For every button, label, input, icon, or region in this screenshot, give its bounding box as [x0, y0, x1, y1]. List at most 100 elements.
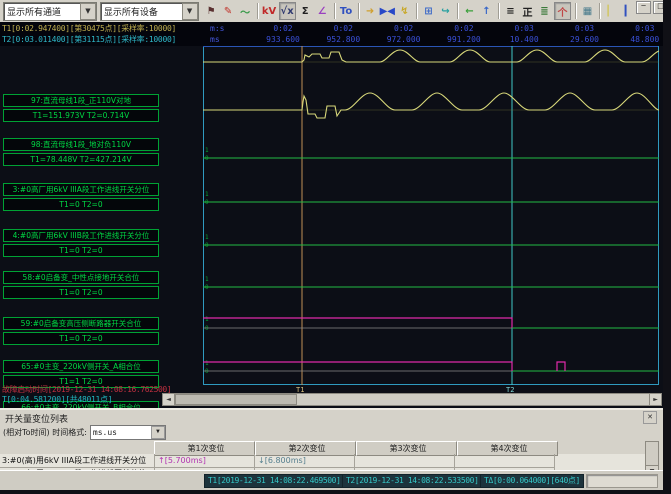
time-tick: 0:0329.600 — [561, 23, 609, 45]
chevron-down-icon[interactable]: ▼ — [182, 3, 198, 20]
svg-text:0: 0 — [205, 325, 209, 332]
change-4-cell — [455, 454, 555, 468]
channel-cursor-values: T1=0 T2=0 — [3, 332, 159, 345]
trace-ch97 — [203, 50, 659, 62]
channel-filter-select[interactable]: 显示所有通道 ▼ — [3, 2, 97, 21]
channel-name: 4:#0高厂用6kV IIIB段工作进线开关分位 — [3, 229, 159, 242]
switch-change-panel: 开关量变位列表 ✕ (相对To时间) 时间格式: ms.us ▼ 第1次变位第2… — [0, 408, 671, 472]
angle-icon[interactable]: ∠ — [315, 3, 330, 19]
toolbar-separator — [498, 3, 499, 19]
time-tick: 0:02972.000 — [380, 23, 428, 45]
cursor2-readout: T2[0:03.011400][第31115点][采样率:10000] — [2, 34, 176, 45]
channel-name: 65:#0主变_220kV侧开关_A相合位 — [3, 360, 159, 373]
axis-unit-bottom: ms — [210, 34, 224, 45]
channel-item[interactable]: 98:直流母线1段_地对负110V T1=78.448V T2=427.214V — [3, 138, 159, 166]
svg-text:1: 1 — [205, 234, 209, 241]
axis-unit-top: m:s — [210, 23, 224, 34]
status-t1-time: T1[2019-12-31 14:08:22.469500] — [204, 474, 345, 488]
axis-units: m:s ms — [210, 23, 224, 45]
time-tick: 0:02991.200 — [440, 23, 488, 45]
scrollbar-thumb[interactable] — [175, 394, 297, 405]
up-arrow-icon[interactable]: ↑ — [479, 3, 494, 19]
chevron-down-icon[interactable]: ▼ — [80, 3, 96, 20]
channel-item[interactable]: 4:#0高厂用6kV IIIB段工作进线开关分位 T1=0 T2=0 — [3, 229, 159, 257]
waveform-workspace: 97:直流母线1段_正110V对地 T1=151.973V T2=0.714V 98… — [0, 46, 671, 408]
split-person-icon[interactable]: 个 — [554, 2, 571, 20]
channel-item[interactable]: 97:直流母线1段_正110V对地 T1=151.973V T2=0.714V — [3, 94, 159, 122]
toolbar-separator — [358, 3, 359, 19]
channel-item[interactable]: 58:#0启备变_中性点接地开关合位 T1=0 T2=0 — [3, 271, 159, 299]
trace-ch66-pulse — [557, 362, 565, 371]
channel-cursor-values: T1=151.973V T2=0.714V — [3, 109, 159, 122]
channel-cursor-values: T1=78.448V T2=427.214V — [3, 153, 159, 166]
channel-name: 3:#0高厂用6kV IIIA段工作进线开关分位 — [3, 183, 159, 196]
status-t2-time: T2[2019-12-31 14:08:22.533500] — [342, 474, 483, 488]
channel-item[interactable]: 3:#0高厂用6kV IIIA段工作进线开关分位T1=0 T2=0 — [3, 183, 159, 211]
trace-ch65 — [203, 318, 512, 328]
cursor1-readout: T1[0:02.947400][第30475点][采样率:10000] — [2, 23, 176, 34]
svg-text:1: 1 — [205, 276, 209, 283]
table-header-row: 第1次变位第2次变位第3次变位第4次变位 — [0, 441, 646, 454]
jump-next-icon[interactable]: ➜ — [363, 3, 378, 19]
svg-text:0: 0 — [205, 368, 209, 375]
back-arrow-icon[interactable]: ← — [462, 3, 477, 19]
close-icon[interactable]: ✕ — [643, 411, 657, 424]
waveform-plot[interactable]: 1 0 1 0 1 0 1 0 1 0 1 0 — [203, 46, 659, 385]
toolbar-separator — [599, 3, 600, 19]
toolbar-separator — [257, 3, 258, 19]
waveform-icon[interactable]: 〜 — [238, 3, 253, 19]
change-1-cell: ↑[5.700ms] — [155, 454, 255, 468]
zheng-count-icon[interactable]: 正 — [520, 3, 535, 19]
kilovolt-icon[interactable]: kV — [262, 3, 277, 19]
table-row[interactable]: 3:#0(高)用6kV IIIA段工作进线开关分位↑[5.700ms]↓[6.8… — [0, 454, 646, 467]
time-format-label: (相对To时间) 时间格式: — [3, 427, 87, 438]
time-zero-icon[interactable]: To — [339, 3, 354, 19]
channel-name: 97:直流母线1段_正110V对地 — [3, 94, 159, 107]
status-bar: T1[2019-12-31 14:08:22.469500] T2[2019-1… — [0, 470, 671, 491]
status-tdelta: TΔ[0:00.064000][640点] — [480, 474, 584, 488]
compress-icon[interactable]: ▶◀ — [380, 3, 395, 19]
time-tick: 0:02952.800 — [319, 23, 367, 45]
sqrt-rms-icon[interactable]: √x — [279, 2, 296, 20]
sigma-sum-icon[interactable]: Σ — [298, 3, 313, 19]
channel-name: 59:#0启备变高压侧断路器开关合位 — [3, 317, 159, 330]
fault-recorder-app: 显示所有通道 ▼ 显示所有设备 ▼ ⚑✎〜 kV√xΣ∠ To ➜▶◀↯ ⊞↪ ←↑ ≡正≣… — [0, 0, 671, 494]
time-tick: 0:0310.400 — [500, 23, 548, 45]
time-format-select[interactable]: ms.us ▼ — [90, 425, 166, 440]
swap-view-icon[interactable]: ↪ — [438, 3, 453, 19]
trace-ch66 — [203, 362, 512, 371]
blue-bar-icon[interactable]: ▎ — [621, 3, 636, 19]
toolbar-separator — [416, 3, 417, 19]
change-2-cell: ↓[6.800ms] — [255, 454, 355, 468]
time-tick: 0:0348.800 — [621, 23, 669, 45]
channel-cursor-values: T1=0 T2=0 — [3, 286, 159, 299]
record-span-readout: T[0:04.581200][共48011点] — [2, 394, 112, 405]
toolbar-separator — [575, 3, 576, 19]
svg-text:1: 1 — [205, 316, 209, 323]
row-channel-label: 3:#0(高)用6kV IIIA段工作进线开关分位 — [0, 454, 155, 468]
probe-icon[interactable]: ⚑ — [204, 3, 219, 19]
chevron-down-icon[interactable]: ▼ — [151, 426, 165, 439]
list-view-icon[interactable]: ≡ — [503, 3, 518, 19]
scroll-right-icon[interactable]: ► — [649, 394, 661, 405]
draw-pen-icon[interactable]: ✎ — [221, 3, 236, 19]
scale-window-icon[interactable]: ⊞ — [421, 3, 436, 19]
monitor-icon[interactable]: ▦ — [580, 3, 595, 19]
toolbar-separator — [334, 3, 335, 19]
minimize-button[interactable]: ─ — [636, 1, 651, 14]
channel-name: 98:直流母线1段_地对负110V — [3, 138, 159, 151]
bolt-icon[interactable]: ↯ — [397, 3, 412, 19]
channel-name: 58:#0启备变_中性点接地开关合位 — [3, 271, 159, 284]
scroll-left-icon[interactable]: ◄ — [163, 394, 175, 405]
sort-lines-icon[interactable]: ≣ — [537, 3, 552, 19]
yellow-bar-icon[interactable]: ▏ — [604, 3, 619, 19]
horizontal-scrollbar[interactable]: ◄ ► — [162, 393, 662, 406]
time-axis-header: T1[0:02.947400][第30475点][采样率:10000] T2[0… — [0, 22, 671, 47]
toolbar-separator — [457, 3, 458, 19]
screen-bezel — [663, 0, 671, 494]
channel-filter-value: 显示所有通道 — [7, 5, 61, 18]
channel-item[interactable]: 59:#0启备变高压侧断路器开关合位 T1=0 T2=0 — [3, 317, 159, 345]
device-filter-value: 显示所有设备 — [104, 5, 158, 18]
device-filter-select[interactable]: 显示所有设备 ▼ — [100, 2, 199, 21]
channel-cursor-values: T1=0 T2=0 — [3, 244, 159, 257]
